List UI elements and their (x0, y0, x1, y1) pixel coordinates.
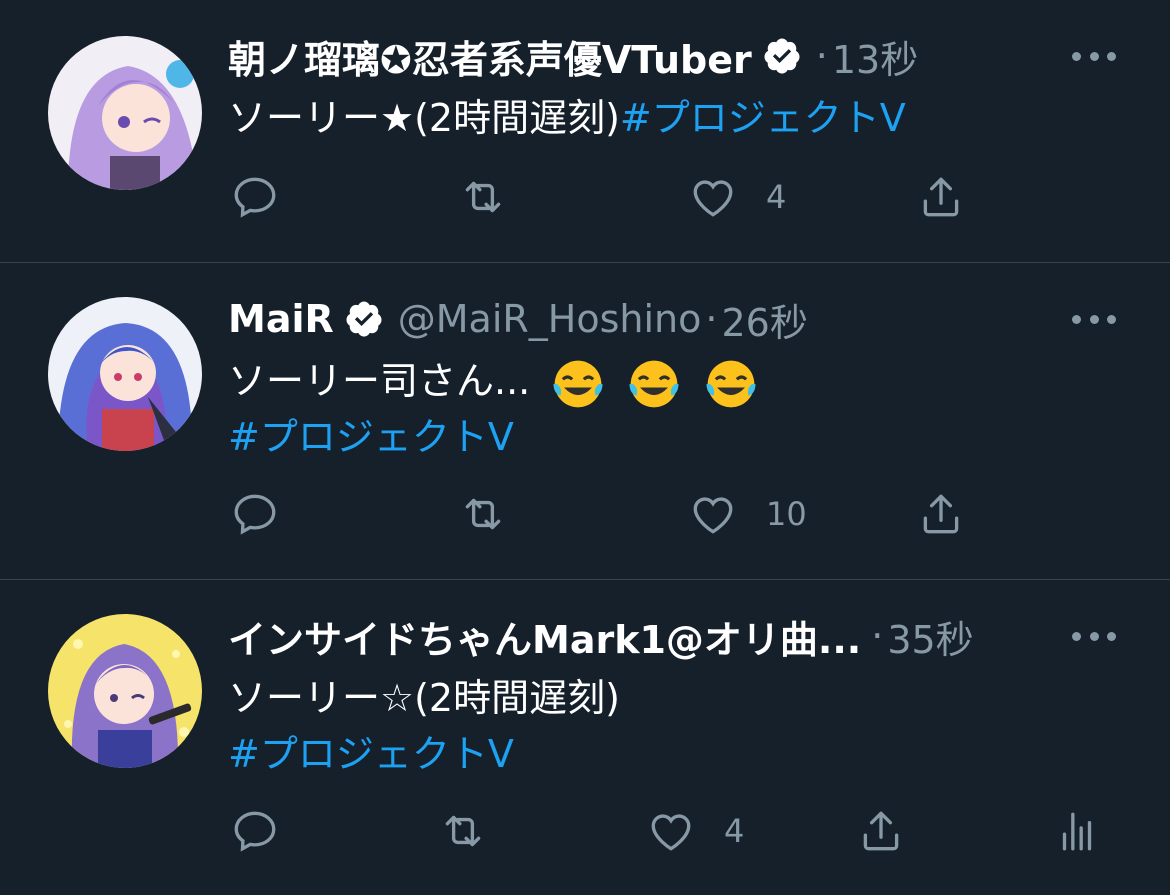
more-icon[interactable] (1072, 46, 1116, 66)
share-icon (923, 494, 959, 534)
like-icon (693, 497, 733, 534)
tweet-text: ソーリー★(2時間遅刻)#プロジェクトV (228, 90, 906, 146)
tears-of-joy-emoji-icon (553, 360, 603, 407)
tweet-2[interactable]: MaiR @MaiR_Hoshino · 26秒 ソーリー司さん... #プロジ… (0, 263, 1170, 579)
separator-dot: · (815, 34, 828, 78)
more-icon[interactable] (1072, 626, 1116, 646)
hashtag-link[interactable]: #プロジェクトV (228, 732, 514, 776)
tweet-header: インサイドちゃんMark1@オリ曲... · 35秒 (228, 608, 974, 664)
retweet-button[interactable] (438, 806, 488, 856)
avatar[interactable] (48, 614, 202, 768)
verified-icon (346, 301, 382, 337)
more-icon[interactable] (1072, 309, 1116, 329)
tweet-hashtag-line: #プロジェクトV (228, 726, 514, 782)
verified-icon (764, 38, 800, 74)
tweet-hashtag-line: #プロジェクトV (228, 409, 514, 465)
avatar[interactable] (48, 36, 202, 190)
share-icon (863, 811, 899, 851)
like-button[interactable]: 4 (646, 806, 744, 856)
display-name[interactable]: インサイドちゃんMark1@オリ曲... (228, 609, 861, 664)
analytics-button[interactable] (1052, 806, 1102, 856)
like-icon (651, 814, 691, 851)
separator-dot: · (705, 297, 718, 341)
reply-button[interactable] (230, 806, 280, 856)
retweet-button[interactable] (458, 489, 508, 539)
hashtag-link[interactable]: #プロジェクトV (620, 96, 906, 140)
analytics-icon (1062, 812, 1092, 851)
tweet-header: 朝ノ瑠璃✪忍者系声優VTuber · 13秒 (228, 28, 918, 84)
reply-icon (234, 177, 276, 218)
share-button[interactable] (856, 806, 906, 856)
separator-dot: · (871, 614, 884, 658)
user-handle[interactable]: @MaiR_Hoshino (398, 297, 702, 341)
retweet-icon (445, 815, 481, 847)
like-button[interactable]: 10 (688, 489, 807, 539)
tears-of-joy-emoji-icon (706, 360, 756, 407)
tweet-1[interactable]: 朝ノ瑠璃✪忍者系声優VTuber · 13秒 ソーリー★(2時間遅刻)#プロジェ… (0, 0, 1170, 262)
timestamp[interactable]: 13秒 (832, 29, 918, 84)
tweet-text-content: ソーリー司さん... (228, 359, 531, 403)
share-icon (923, 177, 959, 217)
tears-of-joy-emoji-icon (629, 360, 679, 407)
display-name[interactable]: MaiR (228, 297, 334, 341)
retweet-icon (465, 498, 501, 530)
share-button[interactable] (916, 489, 966, 539)
like-button[interactable]: 4 (688, 172, 786, 222)
reply-button[interactable] (230, 172, 280, 222)
hashtag-link[interactable]: #プロジェクトV (228, 415, 514, 459)
like-count: 4 (724, 812, 745, 850)
reply-icon (234, 811, 276, 852)
tweet-text: ソーリー司さん... (228, 353, 759, 412)
retweet-icon (465, 181, 501, 213)
avatar[interactable] (48, 297, 202, 451)
like-count: 4 (766, 178, 787, 216)
tweet-text-content: ソーリー★(2時間遅刻) (228, 96, 620, 140)
share-button[interactable] (916, 172, 966, 222)
like-count: 10 (766, 495, 807, 533)
reply-icon (234, 494, 276, 535)
timestamp[interactable]: 35秒 (887, 609, 973, 664)
timestamp[interactable]: 26秒 (721, 292, 807, 347)
like-icon (693, 180, 733, 217)
reply-button[interactable] (230, 489, 280, 539)
tweet-text: ソーリー☆(2時間遅刻) (228, 670, 620, 726)
tweet-header: MaiR @MaiR_Hoshino · 26秒 (228, 291, 808, 347)
display-name[interactable]: 朝ノ瑠璃✪忍者系声優VTuber (228, 29, 752, 84)
retweet-button[interactable] (458, 172, 508, 222)
tweet-3[interactable]: インサイドちゃんMark1@オリ曲... · 35秒 ソーリー☆(2時間遅刻) … (0, 580, 1170, 895)
tweet-text-content: ソーリー☆(2時間遅刻) (228, 676, 620, 720)
